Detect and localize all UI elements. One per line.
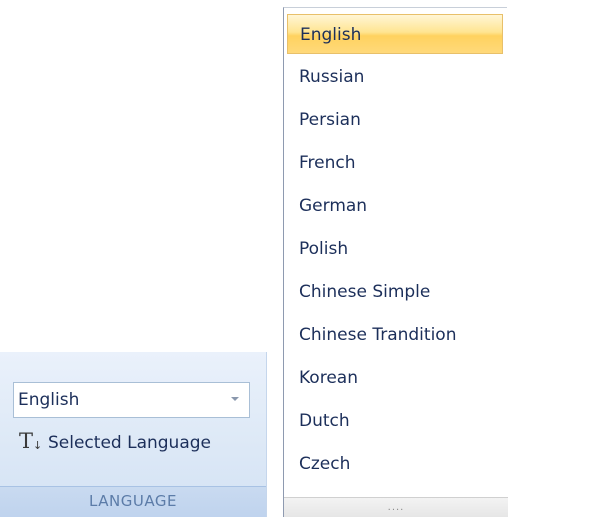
resize-grip[interactable]: .... xyxy=(284,497,508,517)
list-item-russian[interactable]: Russian xyxy=(287,57,503,97)
grip-dots-icon: .... xyxy=(387,502,405,513)
list-item-persian[interactable]: Persian xyxy=(287,100,503,140)
language-dropdown-list[interactable]: English Russian Persian French German Po… xyxy=(283,7,508,517)
ribbon-group-language: English T ↓ Selected Language LANGUAGE xyxy=(0,352,267,517)
list-item-english[interactable]: English xyxy=(287,14,503,54)
selected-language-button[interactable]: T ↓ Selected Language xyxy=(19,428,211,458)
group-label: LANGUAGE xyxy=(0,486,266,517)
list-item-german[interactable]: German xyxy=(287,186,503,226)
combobox-value: English xyxy=(18,390,80,410)
list-item-polish[interactable]: Polish xyxy=(287,229,503,269)
list-item-dutch[interactable]: Dutch xyxy=(287,401,503,441)
list-item-chinese-tradition[interactable]: Chinese Trandition xyxy=(287,315,503,355)
list-item-french[interactable]: French xyxy=(287,143,503,183)
selected-language-label: Selected Language xyxy=(48,433,211,453)
list-item-chinese-simple[interactable]: Chinese Simple xyxy=(287,272,503,312)
language-combobox[interactable]: English xyxy=(13,382,250,418)
text-direction-icon: T ↓ xyxy=(19,429,43,453)
chevron-down-icon[interactable] xyxy=(231,397,239,401)
list-item-czech[interactable]: Czech xyxy=(287,444,503,484)
list-item-korean[interactable]: Korean xyxy=(287,358,503,398)
